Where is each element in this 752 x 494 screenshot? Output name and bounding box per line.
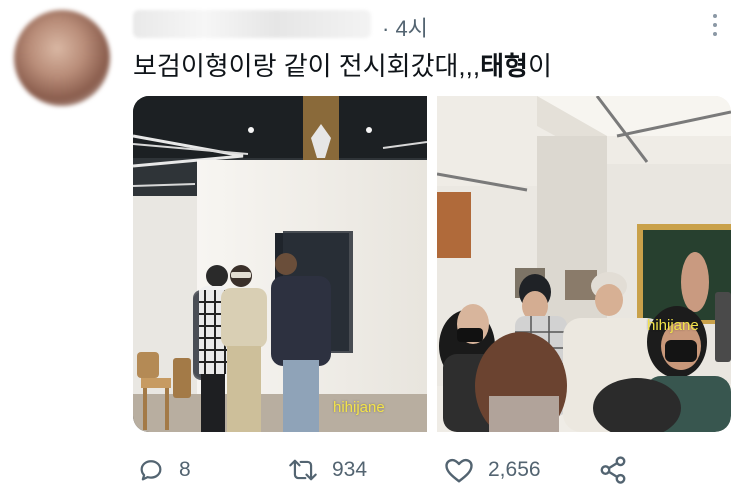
tweet-text: 보검이형이랑 같이 전시회갔대,,,태형이	[133, 48, 552, 84]
tweet-text-bold: 태형	[480, 51, 528, 81]
tweet-actions: 8 934 2,656	[0, 452, 752, 488]
like-count: 2,656	[488, 458, 541, 481]
watermark-right: hihijane	[647, 317, 699, 334]
photo-right[interactable]: hihijane	[437, 96, 731, 432]
watermark-left: hihijane	[333, 399, 385, 416]
reply-icon	[140, 460, 162, 481]
photo-left[interactable]: hihijane	[133, 96, 427, 432]
reply-count: 8	[179, 458, 191, 481]
share-icon	[600, 456, 626, 484]
heart-icon	[445, 458, 473, 483]
share-button[interactable]	[598, 452, 628, 488]
like-button[interactable]: 2,656	[444, 452, 541, 488]
tweet-text-part-end: 이	[527, 51, 552, 81]
tweet-media: hihijane hihijane	[133, 96, 731, 432]
gallery-scene-left	[133, 96, 427, 432]
blurred-author-name[interactable]	[133, 10, 371, 38]
tweet-text-part: 보검이형이랑 같이 전시회갔대,,,	[133, 51, 481, 81]
retweet-button[interactable]: 934	[288, 452, 367, 488]
gallery-scene-right	[437, 96, 731, 432]
reply-button[interactable]: 8	[137, 452, 191, 488]
tweet-timestamp[interactable]: · 4시	[382, 11, 428, 43]
retweet-count: 934	[332, 458, 368, 481]
retweet-icon	[289, 459, 317, 481]
avatar[interactable]	[14, 10, 110, 106]
more-vertical-icon[interactable]	[706, 10, 724, 40]
